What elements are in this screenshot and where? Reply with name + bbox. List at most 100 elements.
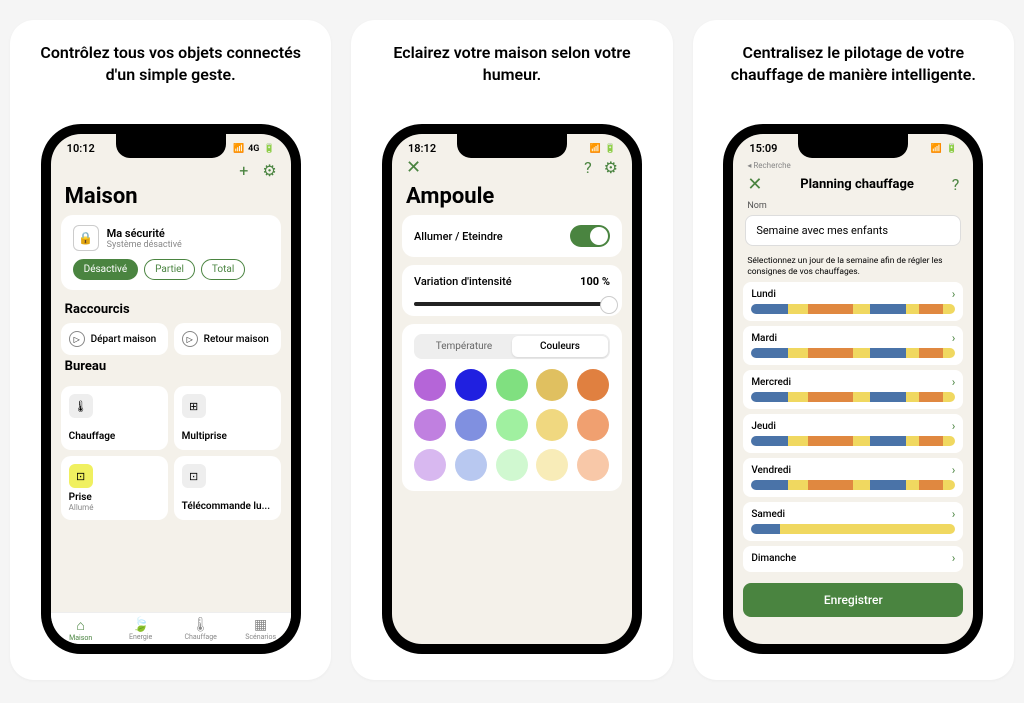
tile-heating[interactable]: 🌡 Chauffage xyxy=(61,386,168,450)
color-swatch[interactable] xyxy=(414,409,446,441)
notch xyxy=(116,134,226,158)
days-list: Lundi›Mardi›Mercredi›Jeudi›Vendredi›Same… xyxy=(733,282,973,577)
chevron-right-icon: › xyxy=(952,375,956,389)
scenarios-icon: ▦ xyxy=(231,617,291,633)
color-swatch[interactable] xyxy=(455,449,487,481)
panel-caption: Centralisez le pilotage de votre chauffa… xyxy=(705,36,1002,116)
thermostat-icon: 🌡 xyxy=(69,394,93,418)
schedule-bar xyxy=(751,392,955,402)
tab-energy[interactable]: 🍃Energie xyxy=(111,617,171,642)
schedule-bar xyxy=(751,348,955,358)
day-label: Lundi xyxy=(751,289,776,300)
onoff-toggle[interactable] xyxy=(570,225,610,247)
day-label: Jeudi xyxy=(751,421,776,432)
pill-partial[interactable]: Partiel xyxy=(144,259,195,280)
plug-icon: ⊞ xyxy=(182,394,206,418)
color-swatch[interactable] xyxy=(496,369,528,401)
color-swatch[interactable] xyxy=(536,369,568,401)
plan-name-input[interactable]: Semaine avec mes enfants xyxy=(745,215,961,246)
tab-scenarios[interactable]: ▦Scénarios xyxy=(231,617,291,642)
phone-frame: 18:12 📶 🔋 ✕ ? ⚙ Ampoule xyxy=(382,124,642,654)
signal-icon: 📶 xyxy=(590,144,601,154)
color-grid xyxy=(414,369,610,481)
schedule-bar xyxy=(751,524,955,534)
battery-icon: 🔋 xyxy=(946,144,957,154)
day-row[interactable]: Mardi › xyxy=(743,326,963,365)
color-swatch[interactable] xyxy=(414,369,446,401)
panel-caption: Eclairez votre maison selon votre humeur… xyxy=(363,36,660,116)
color-swatch[interactable] xyxy=(496,449,528,481)
color-swatch[interactable] xyxy=(455,369,487,401)
status-right: 📶 4G 🔋 xyxy=(233,142,275,155)
add-icon[interactable]: + xyxy=(239,161,248,180)
save-button[interactable]: Enregistrer xyxy=(743,583,963,617)
page-title: Planning chauffage xyxy=(800,177,914,192)
chevron-right-icon: › xyxy=(952,551,956,565)
play-icon: ▷ xyxy=(69,331,85,347)
day-label: Mardi xyxy=(751,333,777,344)
day-label: Mercredi xyxy=(751,377,791,388)
color-swatch[interactable] xyxy=(414,449,446,481)
color-swatch[interactable] xyxy=(455,409,487,441)
color-swatch[interactable] xyxy=(496,409,528,441)
help-icon[interactable]: ? xyxy=(584,158,592,177)
screen: 10:12 📶 4G 🔋 + ⚙ Maison 🔒 xyxy=(51,134,291,644)
color-swatch[interactable] xyxy=(536,449,568,481)
chevron-right-icon: › xyxy=(952,507,956,521)
day-row[interactable]: Jeudi› xyxy=(743,414,963,453)
battery-icon: 🔋 xyxy=(605,144,616,154)
color-swatch[interactable] xyxy=(536,409,568,441)
schedule-bar xyxy=(751,304,955,314)
day-row[interactable]: Vendredi› xyxy=(743,458,963,497)
back-link[interactable]: ◂ Recherche xyxy=(733,157,973,170)
intensity-slider[interactable] xyxy=(414,302,610,306)
intensity-card: Variation d'intensité 100 % xyxy=(402,265,622,316)
tile-multiprise[interactable]: ⊞ Multiprise xyxy=(174,386,281,450)
close-icon[interactable]: ✕ xyxy=(406,157,421,178)
chevron-right-icon: › xyxy=(952,331,956,345)
pill-disabled[interactable]: Désactivé xyxy=(73,259,139,280)
phone-frame: 15:09 📶 🔋 ◂ Recherche ✕ Planning chauffa… xyxy=(723,124,983,654)
notch xyxy=(798,134,908,158)
status-time: 10:12 xyxy=(67,142,95,155)
security-subtitle: Système désactivé xyxy=(107,240,182,250)
seg-temperature[interactable]: Température xyxy=(416,336,512,357)
page-title: Maison xyxy=(51,184,291,215)
security-card[interactable]: 🔒 Ma sécurité Système désactivé Désactiv… xyxy=(61,215,281,290)
status-time: 18:12 xyxy=(408,142,436,155)
help-icon[interactable]: ? xyxy=(952,175,960,194)
intensity-value: 100 % xyxy=(580,275,610,288)
tile-remote[interactable]: ⊡ Télécommande lu... xyxy=(174,456,281,520)
intensity-label: Variation d'intensité xyxy=(414,275,512,288)
security-title: Ma sécurité xyxy=(107,227,182,240)
heating-icon: 🌡 xyxy=(171,617,231,633)
tile-plug[interactable]: ⊡ Prise Allumé xyxy=(61,456,168,520)
notch xyxy=(457,134,567,158)
shortcut-leave[interactable]: ▷ Départ maison xyxy=(61,323,168,355)
plug-on-icon: ⊡ xyxy=(69,464,93,488)
seg-colors[interactable]: Couleurs xyxy=(512,336,608,357)
close-icon[interactable]: ✕ xyxy=(747,174,762,195)
help-text: Sélectionnez un jour de la semaine afin … xyxy=(733,252,973,282)
day-row[interactable]: Lundi› xyxy=(743,282,963,321)
status-right: 📶 🔋 xyxy=(590,142,616,155)
color-swatch[interactable] xyxy=(577,369,609,401)
screen: 18:12 📶 🔋 ✕ ? ⚙ Ampoule xyxy=(392,134,632,644)
tab-home[interactable]: ⌂Maison xyxy=(51,617,111,642)
shortcut-return[interactable]: ▷ Retour maison xyxy=(174,323,281,355)
color-swatch[interactable] xyxy=(577,449,609,481)
input-label: Nom xyxy=(733,199,973,213)
lock-icon: 🔒 xyxy=(73,225,99,251)
color-swatch[interactable] xyxy=(577,409,609,441)
day-row[interactable]: Dimanche › xyxy=(743,546,963,572)
gear-icon[interactable]: ⚙ xyxy=(604,158,618,177)
onoff-label: Allumer / Eteindre xyxy=(414,230,503,243)
tab-heating[interactable]: 🌡Chauffage xyxy=(171,617,231,642)
day-row[interactable]: Samedi› xyxy=(743,502,963,541)
gear-icon[interactable]: ⚙ xyxy=(262,161,276,180)
day-row[interactable]: Mercredi › xyxy=(743,370,963,409)
tab-bar: ⌂Maison 🍃Energie 🌡Chauffage ▦Scénarios xyxy=(51,612,291,644)
day-label: Dimanche xyxy=(751,553,796,564)
color-card: Température Couleurs xyxy=(402,324,622,491)
pill-total[interactable]: Total xyxy=(201,259,245,280)
